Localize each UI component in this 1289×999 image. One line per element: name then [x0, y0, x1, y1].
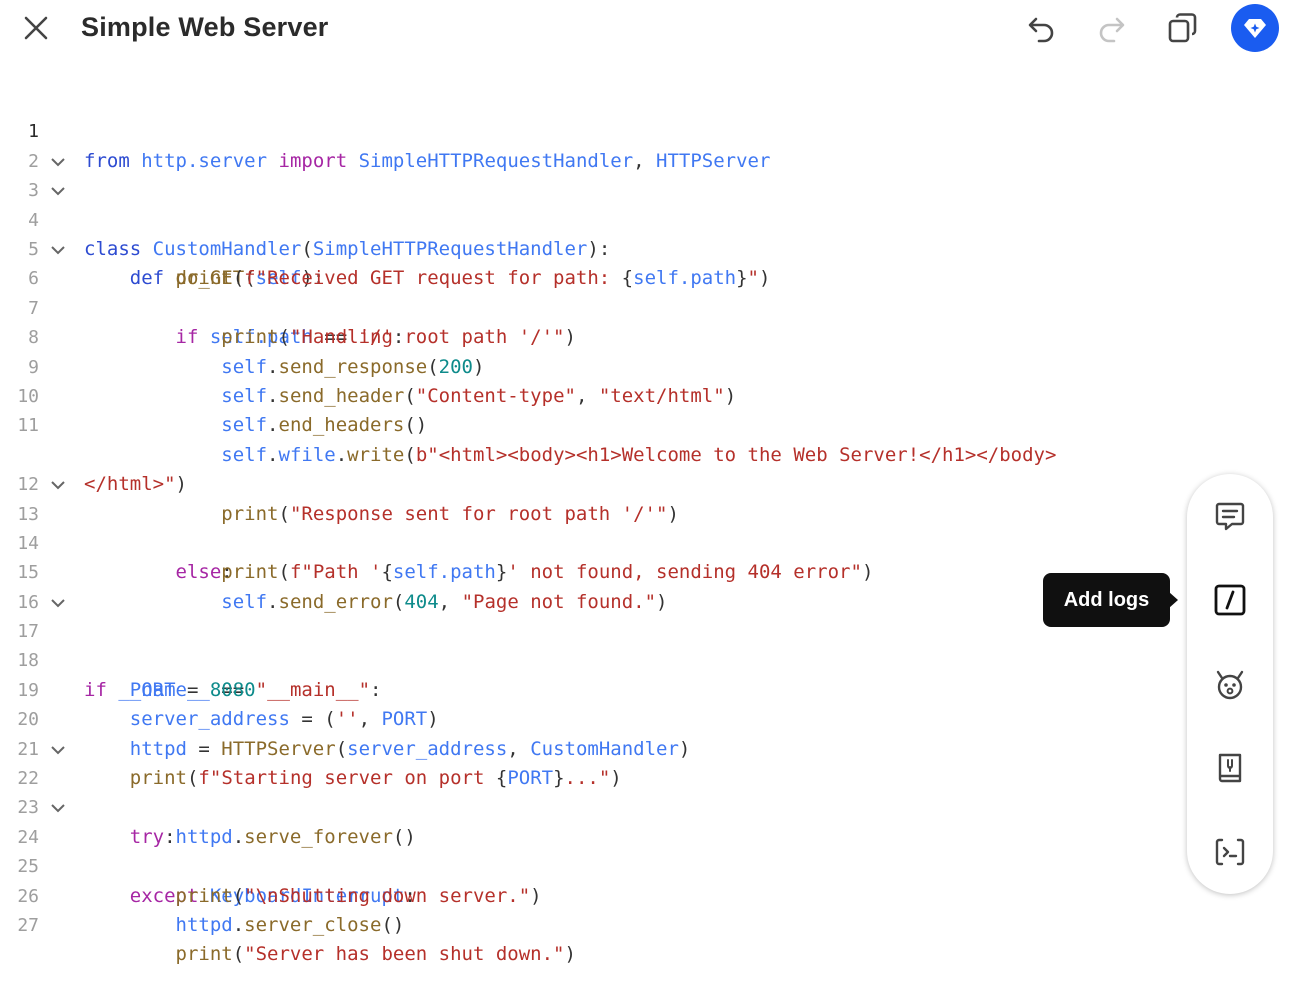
page-title: Simple Web Server	[81, 12, 329, 42]
code-text[interactable]: httpd.server_close()	[84, 911, 405, 940]
close-button[interactable]	[20, 12, 52, 44]
terminal-icon	[1215, 838, 1245, 866]
code-line: 25 print("\nShutting down server.")	[0, 823, 1200, 906]
code-line: 21 print(f"Starting server on port {PORT…	[0, 705, 1200, 789]
code-line: 2	[0, 117, 1200, 172]
fix-bugs-button[interactable]	[1212, 666, 1248, 702]
book-icon	[1218, 753, 1242, 783]
undo-button[interactable]	[1024, 10, 1060, 46]
code-line: 5 print(f"Received GET request for path:…	[0, 206, 1200, 289]
code-line: 11 self.wfile.write(b"<html><body><h1>We…	[0, 382, 1200, 495]
code-line: 18 PORT = 8080	[0, 617, 1200, 700]
code-line: 22 try:	[0, 735, 1200, 848]
code-line: 27 print("Server has been shut down.")	[0, 882, 1200, 965]
code-line: 4 def do_GET(self):	[0, 176, 1200, 289]
app-header: Simple Web Server	[0, 0, 1289, 56]
line-number: 27	[17, 914, 39, 936]
code-line: 6 if self.path == '/':	[0, 235, 1200, 348]
code-line: 23 httpd.serve_forever()	[0, 764, 1200, 847]
add-logs-button[interactable]	[1212, 582, 1248, 618]
tooltip-arrow	[1169, 592, 1178, 608]
fold-chevron-icon[interactable]	[50, 243, 66, 257]
code-line: 8 self.send_response(200)	[0, 294, 1200, 377]
code-line: 24 except KeyboardInterrupt:	[0, 793, 1200, 907]
code-line: 15 self.send_error(404, "Page not found.…	[0, 529, 1200, 612]
close-icon	[24, 16, 48, 40]
code-text[interactable]: print("Server has been shut down.")	[84, 940, 576, 969]
gem-icon	[1244, 19, 1266, 38]
code-line: 26 httpd.server_close()	[0, 852, 1200, 936]
code-line: 10 self.end_headers()	[0, 353, 1200, 436]
fold-chevron-icon[interactable]	[50, 596, 66, 610]
code-line: 16	[0, 558, 1200, 613]
code-line: 19 server_address = ('', PORT)	[0, 646, 1200, 730]
convert-code-button[interactable]	[1212, 834, 1248, 870]
gem-button[interactable]	[1231, 4, 1279, 52]
line-number: 11	[17, 415, 39, 437]
redo-button[interactable]	[1093, 10, 1129, 46]
code-line: 14 print(f"Path '{self.path}' not found,…	[0, 499, 1200, 583]
redo-icon	[1099, 17, 1125, 43]
explain-code-button[interactable]	[1212, 750, 1248, 786]
code-line: 9 self.send_header("Content-type", "text…	[0, 323, 1200, 407]
fold-chevron-icon[interactable]	[50, 743, 66, 757]
code-line: 3 class CustomHandler(SimpleHTTPRequestH…	[0, 147, 1200, 260]
code-line: 20 httpd = HTTPServer(server_address, Cu…	[0, 676, 1200, 759]
fold-chevron-icon[interactable]	[50, 801, 66, 815]
code-tools-panel	[1187, 474, 1273, 894]
fold-chevron-icon[interactable]	[50, 155, 66, 169]
code-line: 1 from http.server import SimpleHTTPRequ…	[0, 88, 1200, 171]
comment-icon	[1215, 502, 1245, 531]
add-comments-button[interactable]	[1212, 498, 1248, 534]
copy-button[interactable]	[1165, 10, 1201, 46]
undo-icon	[1028, 17, 1054, 43]
copy-icon	[1168, 13, 1197, 43]
code-line: 7 print("Handling root path '/'")	[0, 264, 1200, 348]
fold-chevron-icon[interactable]	[50, 478, 66, 492]
code-line: 12 print("Response sent for root path '/…	[0, 441, 1200, 524]
code-line: 13 else:	[0, 470, 1200, 583]
code-line: 17 if __name__ == "__main__":	[0, 588, 1200, 701]
fold-chevron-icon[interactable]	[50, 184, 66, 198]
bug-icon	[1216, 670, 1244, 700]
tooltip: Add logs	[1043, 573, 1170, 627]
code-editor[interactable]: 1 from http.server import SimpleHTTPRequ…	[0, 88, 1200, 965]
slash-box-icon	[1214, 584, 1246, 616]
